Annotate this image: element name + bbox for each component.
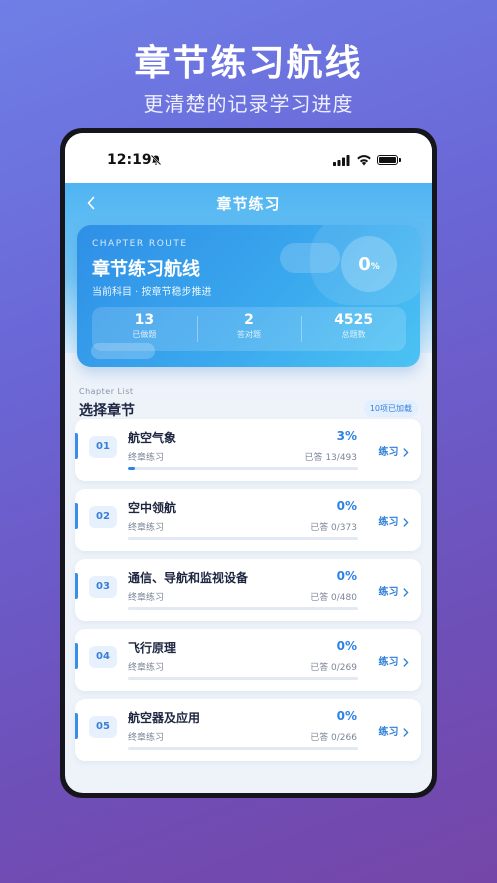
chapter-progress-fill: [128, 467, 135, 470]
chapter-progress-track: [128, 677, 358, 680]
practice-button[interactable]: 练习: [379, 653, 409, 668]
chapter-percent: 0%: [336, 569, 357, 583]
chapter-list-title: 选择章节: [79, 403, 135, 419]
chapter-percent: 3%: [336, 429, 357, 443]
practice-label: 练习: [378, 517, 399, 528]
practice-label: 练习: [378, 587, 399, 598]
practice-label: 练习: [378, 657, 399, 668]
stat-total: 4525 总题数: [301, 307, 406, 351]
chapter-progress-track: [128, 607, 358, 610]
practice-label: 练习: [378, 447, 399, 458]
chapter-progress-track: [128, 467, 358, 470]
status-time: 12:19: [107, 152, 152, 168]
chapter-number: 01: [89, 436, 117, 458]
chapter-name: 航空器及应用: [128, 711, 201, 725]
loaded-count-badge: 10项已加载: [363, 400, 418, 417]
chapter-number: 02: [89, 506, 117, 528]
practice-label: 练习: [378, 727, 399, 738]
chevron-right-icon: [403, 727, 409, 737]
practice-button[interactable]: 练习: [379, 583, 409, 598]
status-bar: 12:19: [65, 133, 432, 183]
progress-circle: 0%: [333, 236, 405, 292]
chapter-percent: 0%: [336, 499, 357, 513]
phone-frame: 12:19 章节练习 CHAPTER ROUTE 章节练习航线 当前科目 · 按…: [60, 128, 437, 798]
nav-title: 章节练习: [216, 195, 281, 213]
practice-button[interactable]: 练习: [379, 723, 409, 738]
chevron-right-icon: [403, 447, 409, 457]
battery-icon: [377, 155, 401, 165]
stat-label: 答对题: [237, 330, 261, 339]
chapter-answered: 已答 0/266: [310, 733, 357, 743]
chapter-percent: 0%: [336, 709, 357, 723]
app-screen: 12:19 章节练习 CHAPTER ROUTE 章节练习航线 当前科目 · 按…: [65, 133, 432, 793]
header: 章节练习 CHAPTER ROUTE 章节练习航线 当前科目 · 按章节稳步推进…: [65, 183, 432, 367]
chapter-number: 03: [89, 576, 117, 598]
wifi-icon: [357, 155, 371, 166]
chapter-card[interactable]: 04 飞行原理终章练习 0% 已答 0/269 练习: [75, 629, 421, 691]
promo-title: 章节练习航线: [134, 43, 363, 84]
stat-label: 已做题: [132, 330, 157, 339]
chapter-number: 04: [89, 646, 117, 668]
chapter-card[interactable]: 05 航空器及应用终章练习 0% 已答 0/266 练习: [75, 699, 421, 761]
chapter-progress-track: [128, 537, 358, 540]
progress-percent-unit: %: [370, 262, 380, 272]
chapter-list-header: Chapter List 选择章节 10项已加载: [65, 373, 432, 421]
promo-subtitle: 更清楚的记录学习进度: [143, 92, 354, 116]
chapter-number: 05: [89, 716, 117, 738]
signal-icon: [333, 155, 350, 166]
chapter-progress-track: [128, 747, 358, 750]
chevron-right-icon: [403, 657, 409, 667]
chevron-right-icon: [403, 587, 409, 597]
chapter-card[interactable]: 01 航空气象终章练习 3% 已答 13/493 练习: [75, 419, 421, 481]
hero-title: 章节练习航线: [92, 259, 200, 280]
practice-button[interactable]: 练习: [379, 443, 409, 458]
stat-label: 总题数: [341, 330, 366, 339]
stat-correct: 2 答对题: [196, 307, 302, 351]
chapter-accent-bar: [75, 433, 78, 459]
chapter-name: 航空气象: [128, 431, 177, 445]
hero-label: CHAPTER ROUTE: [92, 239, 188, 249]
chapter-card[interactable]: 02 空中领航终章练习 0% 已答 0/373 练习: [75, 489, 421, 551]
chapter-name: 通信、导航和监视设备: [128, 571, 249, 585]
stat-value: 2: [244, 312, 254, 328]
stat-value: 13: [134, 312, 155, 328]
progress-percent-value: 0: [358, 253, 371, 275]
stat-value: 4525: [334, 312, 374, 328]
hero-description: 当前科目 · 按章节稳步推进: [92, 287, 212, 298]
hero-decoration: [280, 243, 340, 273]
chapter-accent-bar: [75, 643, 78, 669]
chapter-tag: 终章练习: [128, 593, 165, 603]
chapter-accent-bar: [75, 503, 78, 529]
chapter-tag: 终章练习: [128, 453, 165, 463]
chapter-name: 飞行原理: [128, 641, 177, 655]
chapter-answered: 已答 13/493: [304, 453, 357, 463]
chapter-tag: 终章练习: [128, 733, 165, 743]
chapter-list-subtitle: Chapter List: [79, 387, 134, 396]
chapter-answered: 已答 0/269: [310, 663, 357, 673]
chevron-right-icon: [403, 517, 409, 527]
chapter-answered: 已答 0/373: [310, 523, 357, 533]
chapter-tag: 终章练习: [128, 523, 165, 533]
chapter-accent-bar: [75, 573, 78, 599]
hero-card: CHAPTER ROUTE 章节练习航线 当前科目 · 按章节稳步推进 0% 1…: [77, 225, 420, 367]
chapter-answered: 已答 0/480: [310, 593, 357, 603]
bell-mute-icon: [150, 154, 162, 166]
practice-button[interactable]: 练习: [379, 513, 409, 528]
chapter-card[interactable]: 03 通信、导航和监视设备终章练习 0% 已答 0/480 练习: [75, 559, 421, 621]
chapter-accent-bar: [75, 713, 78, 739]
chapter-name: 空中领航: [128, 501, 177, 515]
hero-decoration: [91, 343, 155, 359]
chapter-percent: 0%: [336, 639, 357, 653]
chapter-tag: 终章练习: [128, 663, 165, 673]
